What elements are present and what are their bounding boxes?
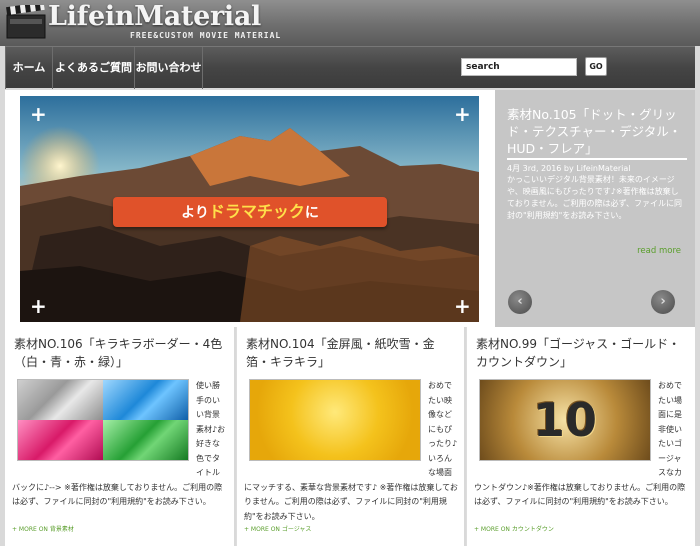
- read-more-link[interactable]: read more: [637, 246, 681, 256]
- site-logo[interactable]: LifeinMaterial: [48, 1, 261, 32]
- slide-image[interactable]: + + + + よりドラマチックに: [20, 96, 479, 322]
- search-go-button[interactable]: GO: [585, 57, 607, 76]
- featured-slider: + + + + よりドラマチックに 素材No.105「ドット・グリッド・テクスチ…: [5, 90, 695, 327]
- main-nav: ホーム よくあるご質問 お問い合わせ GO: [5, 46, 695, 89]
- more-on-link[interactable]: + MORE ON 背景素材: [12, 524, 74, 533]
- post-title[interactable]: 素材NO.99「ゴージャス・ゴールド・カウントダウン」: [476, 335, 688, 371]
- post-title[interactable]: 素材NO.106「キラキラボーダー・4色（白・青・赤・緑）」: [14, 335, 226, 371]
- slide-meta: 4月 3rd, 2016 by LifeinMaterial: [507, 158, 687, 174]
- post-card: 素材NO.106「キラキラボーダー・4色（白・青・赤・緑）」 使い勝手のいい背景…: [5, 327, 234, 546]
- post-excerpt: 使い勝手のいい背景素材♪お好きな色でタイトルバックに♪--> ※著作権は放棄して…: [12, 381, 226, 506]
- clapperboard-icon: [6, 5, 46, 39]
- plus-icon: +: [30, 102, 47, 126]
- prev-arrow-icon[interactable]: ‹: [508, 290, 532, 314]
- plus-icon: +: [30, 294, 47, 318]
- site-header: LifeinMaterial FREE&CUSTOM MOVIE MATERIA…: [0, 0, 700, 46]
- nav-item-faq[interactable]: よくあるご質問: [53, 47, 135, 89]
- more-on-link[interactable]: + MORE ON ゴージャス: [244, 524, 311, 533]
- more-on-link[interactable]: + MORE ON カウントダウン: [474, 524, 554, 533]
- plus-icon: +: [454, 102, 471, 126]
- nav-item-home[interactable]: ホーム: [5, 47, 53, 89]
- post-excerpt: おめでたい場面に是非使いたいゴージャスなカウントダウン♪※著作権は放棄しておりま…: [474, 381, 686, 506]
- site-tagline: FREE&CUSTOM MOVIE MATERIAL: [130, 31, 282, 40]
- slide-description: かっこいいデジタル背景素材！未来のイメージや、映画風にもぴったりです♪※著作権は…: [507, 175, 682, 220]
- next-arrow-icon[interactable]: ›: [651, 290, 675, 314]
- nav-item-contact[interactable]: お問い合わせ: [135, 47, 203, 89]
- post-title[interactable]: 素材NO.104「金屏風・紙吹雪・金箔・キラキラ」: [246, 335, 458, 371]
- post-excerpt: おめでたい映像などにもぴったり♪いろんな場面にマッチする、素華な背景素材です♪ …: [244, 381, 458, 521]
- post-card: 素材NO.104「金屏風・紙吹雪・金箔・キラキラ」 おめでたい映像などにもぴった…: [236, 327, 464, 546]
- slide-banner: よりドラマチックに: [113, 197, 387, 227]
- plus-icon: +: [454, 294, 471, 318]
- post-card: 素材NO.99「ゴージャス・ゴールド・カウントダウン」 10 おめでたい場面に是…: [466, 327, 695, 546]
- slide-info-panel: 素材No.105「ドット・グリッド・テクスチャー・デジタル・HUD・フレア」 4…: [495, 90, 695, 327]
- slide-title[interactable]: 素材No.105「ドット・グリッド・テクスチャー・デジタル・HUD・フレア」: [507, 106, 687, 157]
- search-input[interactable]: [461, 58, 577, 76]
